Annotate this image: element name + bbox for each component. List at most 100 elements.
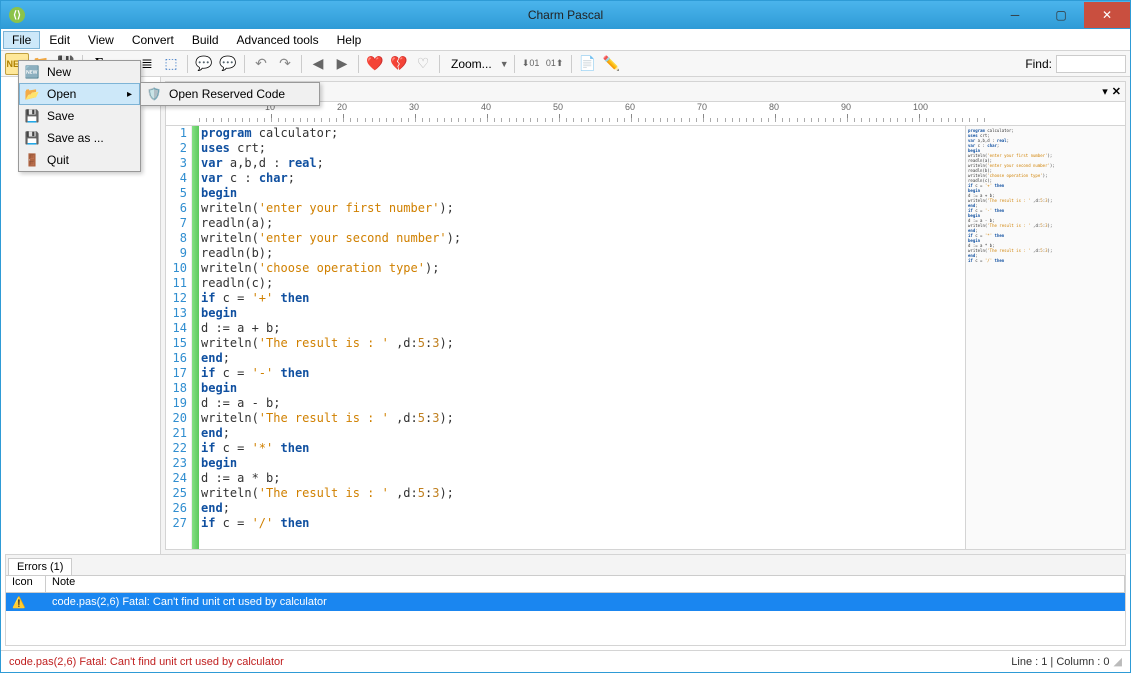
- file-menu-new[interactable]: 🆕New: [19, 61, 140, 83]
- fold-bar[interactable]: [192, 126, 199, 549]
- code-line: if c = '/' then: [201, 516, 965, 531]
- code-line: begin: [201, 456, 965, 471]
- status-error: code.pas(2,6) Fatal: Can't find unit crt…: [9, 656, 284, 668]
- statusbar: code.pas(2,6) Fatal: Can't find unit crt…: [1, 650, 1130, 672]
- window-controls: ─ ▢ ✕: [992, 2, 1130, 28]
- zoom-dropdown[interactable]: Zoom...: [445, 57, 498, 71]
- menu-help[interactable]: Help: [328, 31, 371, 49]
- heart-remove-button[interactable]: 💔: [388, 53, 410, 75]
- tab-close-icon[interactable]: ✕: [1112, 85, 1121, 98]
- code-line: writeln('The result is : ' ,d:5:3);: [201, 486, 965, 501]
- close-button[interactable]: ✕: [1084, 2, 1130, 28]
- separator: [187, 55, 188, 73]
- line-number: 7: [166, 216, 187, 231]
- separator: [439, 55, 440, 73]
- submenu-arrow-icon: ▸: [127, 89, 136, 100]
- editor-area: ▾ ✕ 102030405060708090100 12345678910111…: [165, 81, 1126, 550]
- line-number: 21: [166, 426, 187, 441]
- select-button[interactable]: ⬚: [160, 53, 182, 75]
- code-line: end;: [201, 351, 965, 366]
- code-editor[interactable]: program calculator;uses crt;var a,b,d : …: [199, 126, 965, 549]
- open-icon: 📂: [23, 86, 41, 102]
- new-icon: 🆕: [23, 64, 41, 80]
- code-line: d := a + b;: [201, 321, 965, 336]
- error-note: code.pas(2,6) Fatal: Can't find unit crt…: [46, 596, 1125, 608]
- code-line: end;: [201, 501, 965, 516]
- chat-button[interactable]: 💬: [193, 53, 215, 75]
- menu-build[interactable]: Build: [183, 31, 228, 49]
- warning-icon: ⚠️: [6, 596, 46, 609]
- window-title: Charm Pascal: [528, 8, 603, 22]
- undo-button[interactable]: ↶: [250, 53, 272, 75]
- code-pane: 1234567891011121314151617181920212223242…: [166, 126, 1125, 549]
- binary-down-button[interactable]: ⬇01: [520, 53, 542, 75]
- errors-header-icon: Icon: [6, 576, 46, 592]
- line-number: 19: [166, 396, 187, 411]
- find-group: Find:: [1025, 55, 1126, 73]
- save-icon: 💾: [23, 108, 41, 124]
- line-number: 15: [166, 336, 187, 351]
- heart-list-button[interactable]: ♡: [412, 53, 434, 75]
- code-line: begin: [201, 306, 965, 321]
- find-label: Find:: [1025, 57, 1052, 71]
- errors-panel: Errors (1) Icon Note ⚠️code.pas(2,6) Fat…: [5, 554, 1126, 646]
- menu-convert[interactable]: Convert: [123, 31, 183, 49]
- reserved-icon: 🛡️: [145, 86, 163, 102]
- minimize-button[interactable]: ─: [992, 2, 1038, 28]
- line-number: 6: [166, 201, 187, 216]
- line-gutter: 1234567891011121314151617181920212223242…: [166, 126, 192, 549]
- status-resize-grip[interactable]: ◢: [1114, 655, 1122, 668]
- titlebar: ⟨⟩ Charm Pascal ─ ▢ ✕: [1, 1, 1130, 29]
- errors-tab[interactable]: Errors (1): [8, 558, 72, 575]
- code-line: var c : char;: [201, 171, 965, 186]
- doc-button[interactable]: 📄: [577, 53, 599, 75]
- file-menu-save-as-[interactable]: 💾Save as ...: [19, 127, 140, 149]
- code-line: if c = '*' then: [201, 441, 965, 456]
- file-menu-quit[interactable]: 🚪Quit: [19, 149, 140, 171]
- heart-add-button[interactable]: ❤️: [364, 53, 386, 75]
- find-input[interactable]: [1056, 55, 1126, 73]
- minimap[interactable]: program calculator;uses crt;var a,b,d : …: [965, 126, 1125, 549]
- errors-tabbar: Errors (1): [6, 555, 1125, 575]
- menu-edit[interactable]: Edit: [40, 31, 79, 49]
- file-menu-open[interactable]: 📂Open▸: [19, 83, 140, 105]
- file-menu-save[interactable]: 💾Save: [19, 105, 140, 127]
- line-number: 9: [166, 246, 187, 261]
- line-number: 12: [166, 291, 187, 306]
- line-number: 1: [166, 126, 187, 141]
- redo-button[interactable]: ↷: [274, 53, 296, 75]
- line-number: 11: [166, 276, 187, 291]
- line-number: 14: [166, 321, 187, 336]
- menu-view[interactable]: View: [79, 31, 123, 49]
- line-number: 17: [166, 366, 187, 381]
- separator: [301, 55, 302, 73]
- line-number: 8: [166, 231, 187, 246]
- menu-advanced-tools[interactable]: Advanced tools: [228, 31, 328, 49]
- tab-dropdown-icon[interactable]: ▾: [1102, 85, 1108, 98]
- next-button[interactable]: ▶: [331, 53, 353, 75]
- binary-up-button[interactable]: 01⬆: [544, 53, 566, 75]
- submenu-open-reserved-code[interactable]: 🛡️Open Reserved Code: [141, 83, 319, 105]
- line-number: 4: [166, 171, 187, 186]
- line-number: 2: [166, 141, 187, 156]
- code-line: readln(a);: [201, 216, 965, 231]
- status-position: Line : 1 | Column : 0: [1011, 656, 1109, 668]
- chat2-button[interactable]: 💬: [217, 53, 239, 75]
- code-line: d := a * b;: [201, 471, 965, 486]
- toolbar: NEW 📂 💾 F ≡ ≣ ⬚ 💬 💬 ↶ ↷ ◀ ▶ ❤️ 💔 ♡ Zoom.…: [1, 51, 1130, 77]
- menubar: FileEditViewConvertBuildAdvanced toolsHe…: [1, 29, 1130, 51]
- code-line: if c = '+' then: [201, 291, 965, 306]
- maximize-button[interactable]: ▢: [1038, 2, 1084, 28]
- code-line: writeln('The result is : ' ,d:5:3);: [201, 336, 965, 351]
- prev-button[interactable]: ◀: [307, 53, 329, 75]
- code-line: readln(c);: [201, 276, 965, 291]
- code-line: writeln('enter your first number');: [201, 201, 965, 216]
- error-row[interactable]: ⚠️code.pas(2,6) Fatal: Can't find unit c…: [6, 593, 1125, 611]
- line-number: 18: [166, 381, 187, 396]
- line-number: 25: [166, 486, 187, 501]
- code-line: end;: [201, 426, 965, 441]
- code-line: readln(b);: [201, 246, 965, 261]
- brush-button[interactable]: ✏️: [601, 53, 623, 75]
- saveas-icon: 💾: [23, 130, 41, 146]
- menu-file[interactable]: File: [3, 31, 40, 49]
